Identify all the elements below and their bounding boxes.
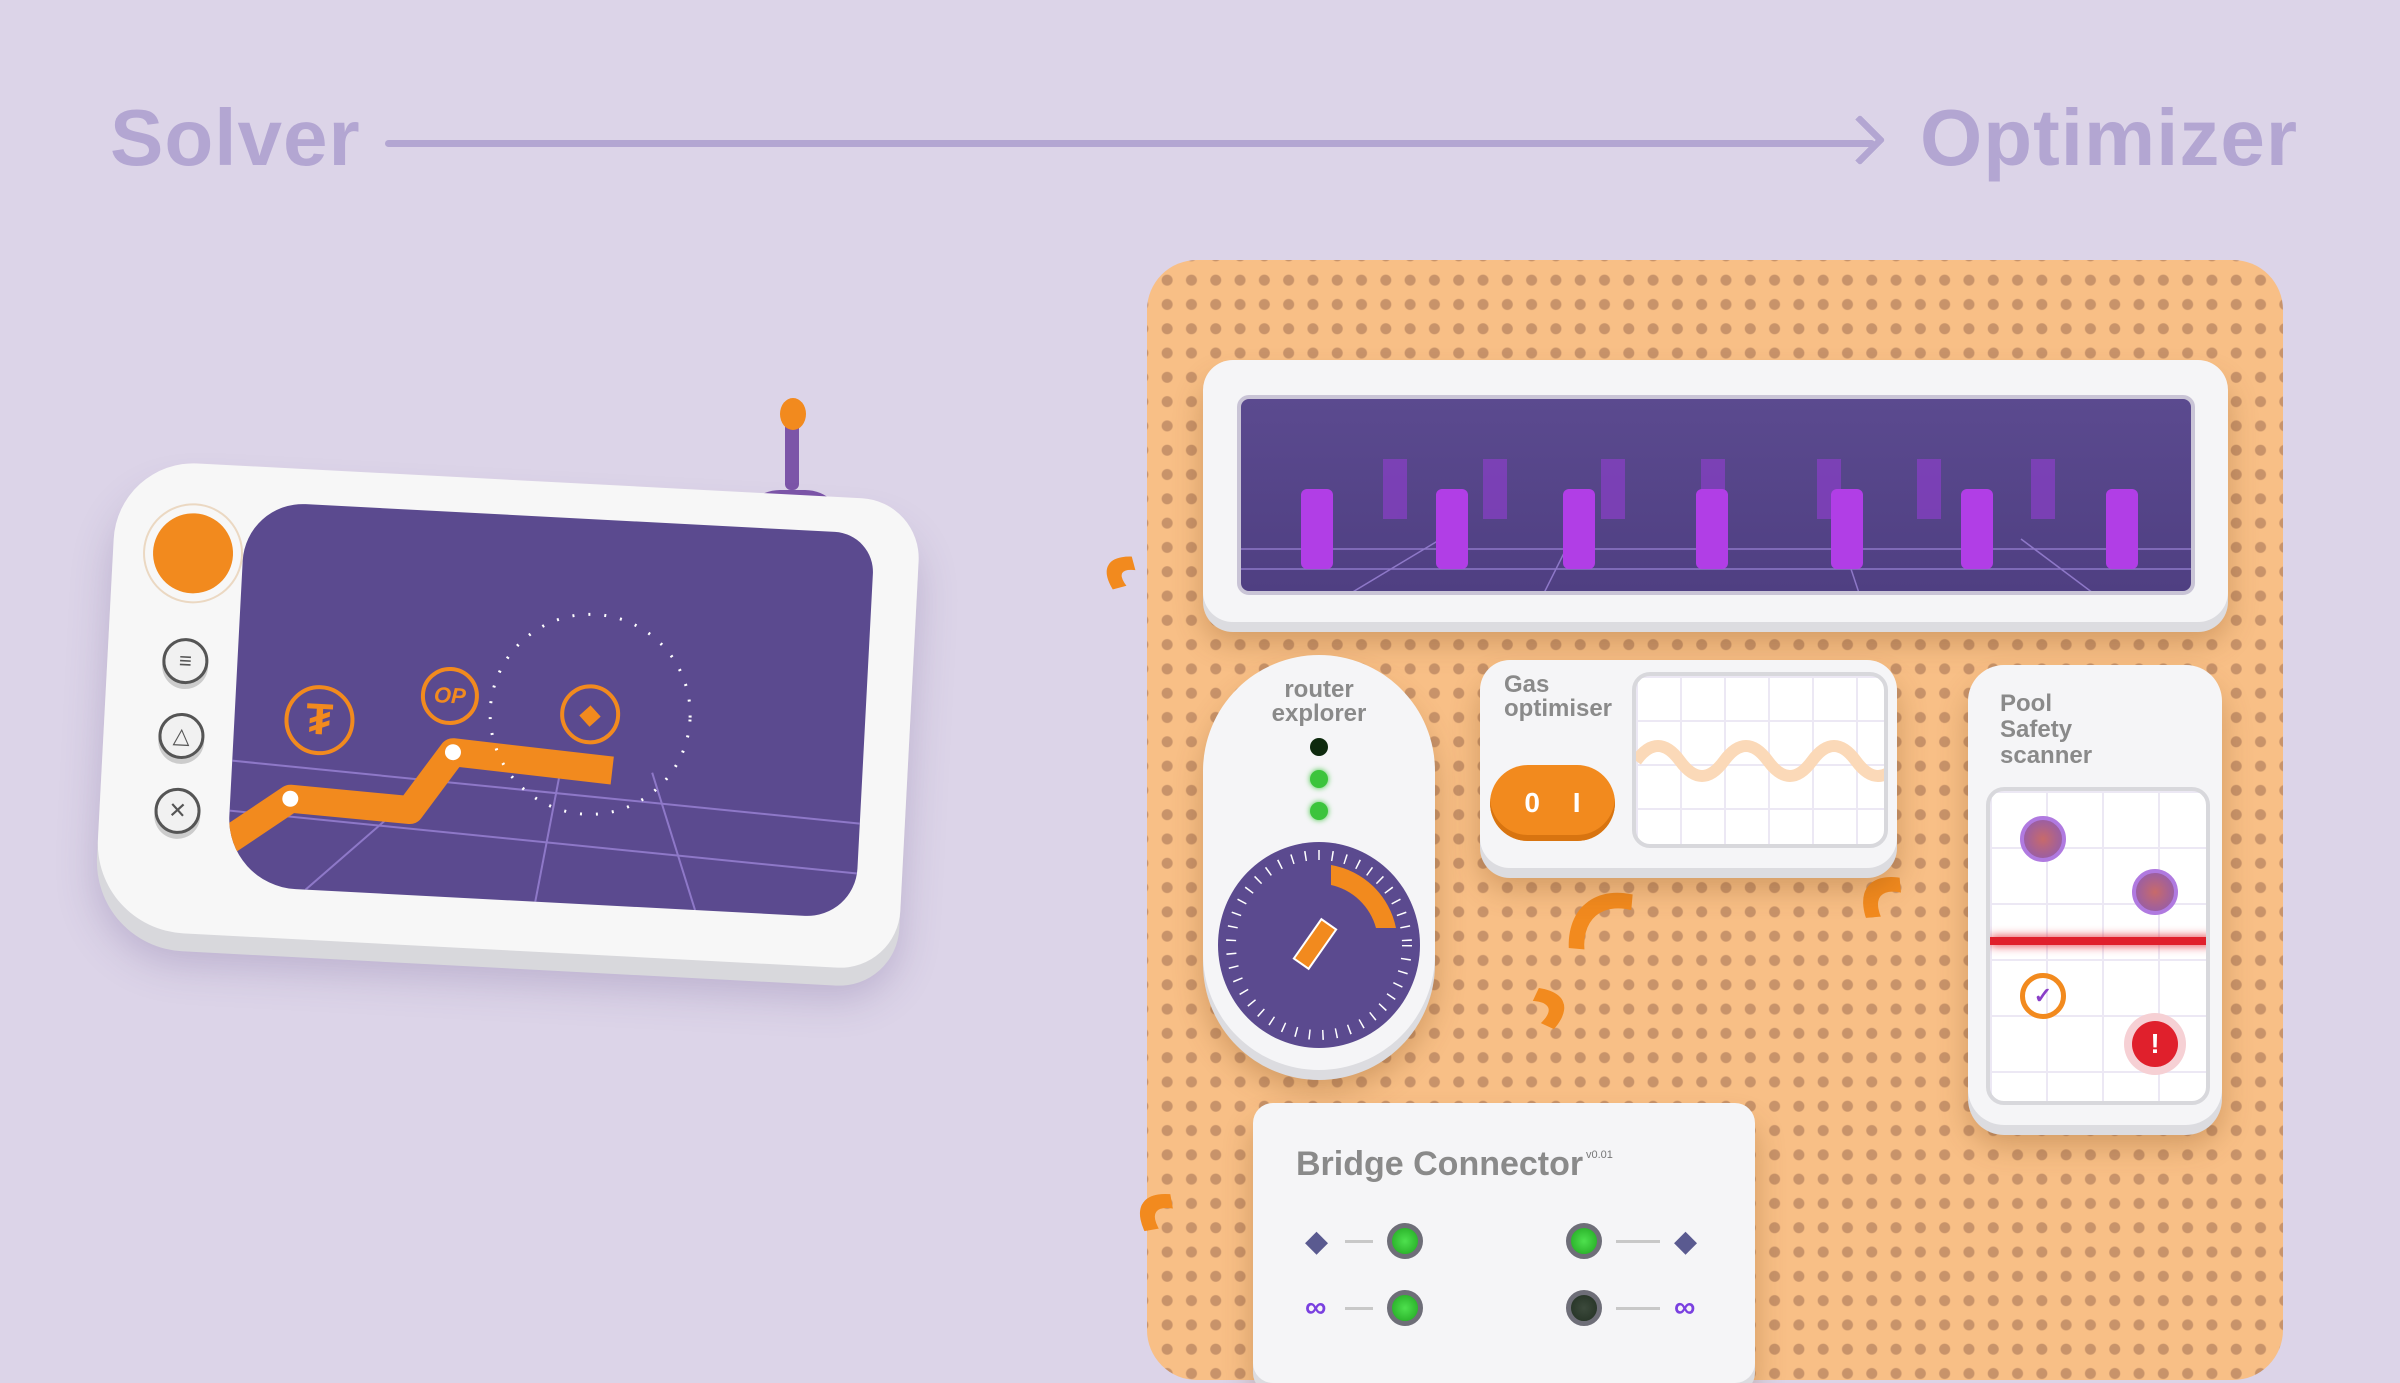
gas-optimiser-panel: Gas optimiser 0 I [1480,660,1897,868]
bridge-led-off [1566,1290,1602,1326]
bridge-row-left-2: ∞ [1305,1290,1423,1326]
router-explorer-panel: router explorer [1203,655,1435,1070]
gas-toggle-switch[interactable]: 0 I [1490,765,1615,841]
status-led-on [1310,802,1328,820]
optimizer-title: Optimizer [1920,93,2298,182]
bar-display-screen [1237,395,2195,595]
menu-icon: ≡ [178,647,193,674]
bridge-connector-panel: Bridge Connector v0.01 ◆ ∞ ◆ ∞ [1253,1103,1755,1383]
polygon-icon: ∞ [1305,1291,1327,1324]
solver-device: ≡ △ ✕ ₮ OP ◆ [93,459,922,971]
close-icon: ✕ [167,797,188,824]
check-icon[interactable]: ✓ [2020,973,2066,1019]
alert-icon[interactable]: ! [2132,1021,2178,1067]
bridge-led-on [1566,1223,1602,1259]
pool-safety-scanner-panel: Pool Safety scanner ✓ ! [1968,665,2222,1125]
gas-wave-chart [1632,672,1888,848]
triangle-button[interactable]: △ [157,711,206,761]
bridge-row-right-2: ∞ [1566,1290,1695,1326]
pillar-graph [1241,459,2191,591]
ethereum-icon: ◆ [1305,1224,1329,1258]
toggle-on-label: I [1572,787,1581,818]
bridge-row-left-1: ◆ [1305,1223,1423,1259]
gas-optimiser-title-line2: optimiser [1504,695,1613,722]
bridge-connector-title: Bridge Connector [1296,1145,1584,1183]
router-explorer-title-line2: explorer [1271,700,1367,727]
version-label: v0.01 [1586,1149,1613,1161]
status-led-on [1310,770,1328,788]
alert-halo: ! [2124,1013,2186,1075]
toggle-off-label: 0 [1524,787,1540,818]
pool-scanner-title-line3: scanner [2000,742,2093,769]
triangle-icon: △ [172,722,191,749]
sun-icon [150,511,236,596]
volume-display-panel [1203,360,2228,622]
route-screen: ₮ OP ◆ [225,501,875,919]
close-button[interactable]: ✕ [153,786,202,836]
ethereum-icon: ◆ [1674,1224,1698,1258]
pool-scanner-title-line2: Safety [2000,716,2073,743]
bridge-led-on [1387,1290,1423,1326]
pool-scan-grid: ✓ ! [1986,787,2210,1105]
safety-threshold-line [1990,937,2206,945]
solver-title: Solver [110,93,361,182]
bridge-led-on [1387,1223,1423,1259]
bridge-row-right-1: ◆ [1566,1223,1697,1259]
pool-scanner-title-line1: Pool [2000,690,2052,717]
status-led-off [1310,738,1328,756]
arrow-head-icon [1834,114,1886,166]
pool-marker[interactable] [2132,869,2178,915]
menu-button[interactable]: ≡ [161,636,210,686]
polygon-icon: ∞ [1674,1291,1696,1324]
gauge [1218,842,1420,1048]
pool-marker[interactable] [2020,816,2066,862]
antenna-knob[interactable] [780,398,806,430]
arrow-line [385,140,1875,147]
gas-wave [1636,740,1884,782]
